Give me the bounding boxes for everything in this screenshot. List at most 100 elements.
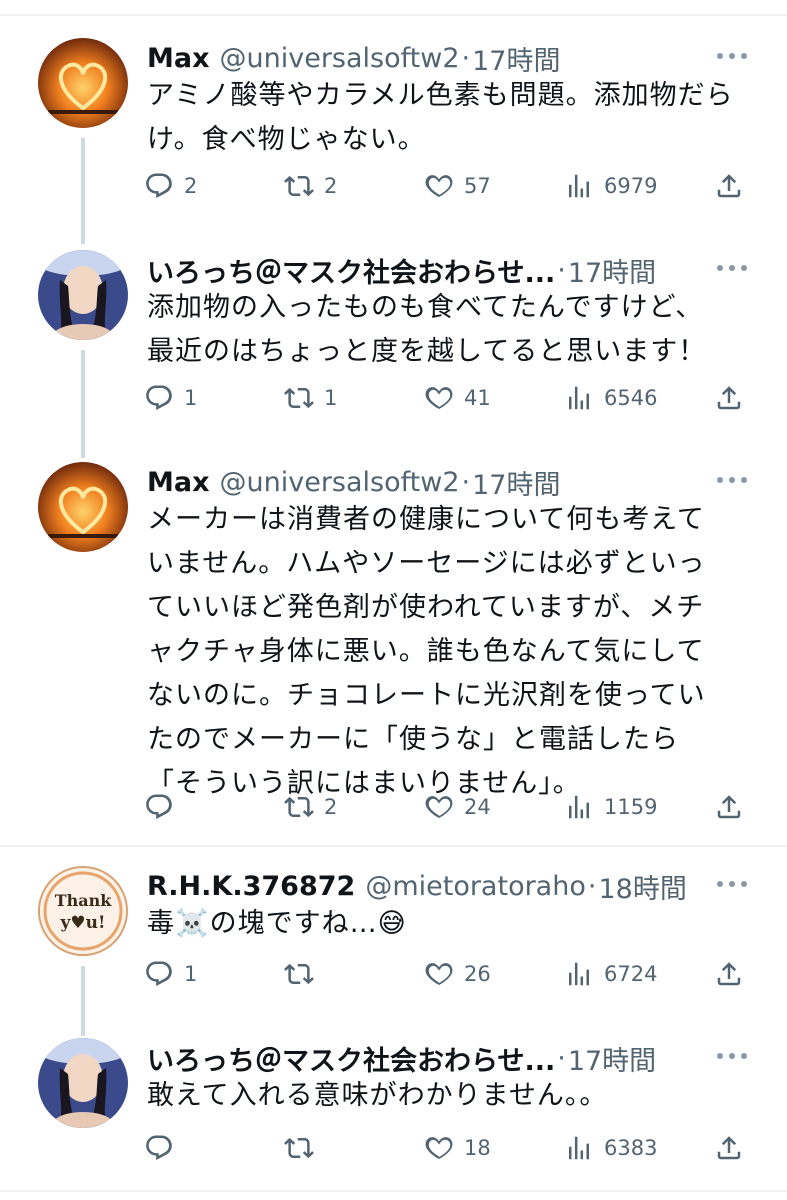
retweet-button[interactable]: 2 [284,787,337,827]
separator-dot: · [557,1042,566,1074]
timestamp[interactable]: 17時間 [568,251,656,290]
like-count: 41 [464,386,491,410]
like-count: 18 [464,1136,491,1160]
timestamp[interactable]: 18時間 [598,867,686,906]
text-line: 毒☠️の塊ですね…😅 [147,908,407,939]
text-line: ないのに。チョコレートに光沢剤を使ってい [147,680,706,711]
top-divider [0,14,787,16]
views-button[interactable]: 1159 [564,787,657,827]
avatar[interactable]: Thank y♥u! [38,866,128,956]
user-handle[interactable]: @mietoratoraho [365,871,586,902]
timestamp[interactable]: 17時間 [472,463,560,502]
reply-icon [144,383,174,413]
share-button[interactable] [714,954,744,994]
retweet-icon [284,792,314,822]
share-icon [714,1133,744,1163]
tweet-header: Max @universalsoftw2 · 17時間 [147,462,757,502]
more-icon[interactable] [717,468,747,492]
views-count: 6979 [604,174,658,198]
text-line: たのでメーカーに「使うな」と電話したら [147,724,679,755]
display-name[interactable]: いろっち＠マスク社会おわらせ... [147,1039,555,1078]
like-count: 57 [464,174,491,198]
tweet-text: 敢えて入れる意味がわかりません。。 [147,1074,765,1118]
user-handle[interactable]: @universalsoftw2 [220,43,460,74]
svg-text:Thank: Thank [55,891,113,910]
retweet-button[interactable]: 2 [284,166,337,206]
tweet-header: Max @universalsoftw2 · 17時間 [147,38,757,78]
display-name[interactable]: Max [147,467,210,498]
text-line: いません。ハムやソーセージには必ずといっ [147,548,706,579]
share-button[interactable] [714,1128,744,1168]
separator-dot: · [461,466,471,498]
more-icon[interactable] [717,872,747,896]
tweet-header: いろっち＠マスク社会おわらせ... · 17時間 [147,250,757,290]
thread-line [81,138,85,244]
text-line: 添加物の入ったものも食べてたんですけど、 [147,292,704,323]
svg-text:y♥u!: y♥u! [60,913,106,933]
share-icon [714,792,744,822]
retweet-button[interactable]: 1 [284,378,337,418]
timestamp[interactable]: 17時間 [568,1039,656,1078]
text-line: ャクチャ身体に悪い。誰も色なんて気にして [147,636,705,667]
reply-icon [144,792,174,822]
share-icon [714,171,744,201]
views-count: 6546 [604,386,658,410]
reply-button[interactable]: 1 [144,954,197,994]
reply-count: 1 [184,962,198,986]
action-bar: 18 6383 [140,1128,760,1168]
reply-icon [144,959,174,989]
views-button[interactable]: 6724 [564,954,657,994]
avatar[interactable] [38,462,128,552]
like-icon [424,383,454,413]
display-name[interactable]: いろっち＠マスク社会おわらせ... [147,251,555,290]
avatar[interactable] [38,38,128,128]
like-count: 26 [464,962,491,986]
views-icon [564,383,594,413]
display-name[interactable]: Max [147,43,210,74]
reply-button[interactable] [144,1128,184,1168]
tweet-text: メーカーは消費者の健康について何も考えて いません。ハムやソーセージには必ずとい… [147,498,765,806]
views-button[interactable]: 6546 [564,378,657,418]
action-bar: 1 26 6724 [140,954,760,994]
action-bar: 2 24 1159 [140,787,760,827]
retweet-button[interactable] [284,1128,324,1168]
retweet-icon [284,171,314,201]
share-icon [714,383,744,413]
views-button[interactable]: 6383 [564,1128,657,1168]
share-button[interactable] [714,166,744,206]
reply-button[interactable]: 2 [144,166,197,206]
reply-button[interactable] [144,787,184,827]
reply-button[interactable]: 1 [144,378,197,418]
text-line: 最近のはちょっと度を越してると思います！ [147,336,707,367]
retweet-button[interactable] [284,954,324,994]
timestamp[interactable]: 17時間 [472,39,560,78]
avatar[interactable] [38,250,128,340]
like-button[interactable]: 24 [424,787,491,827]
views-button[interactable]: 6979 [564,166,657,206]
user-handle[interactable]: @universalsoftw2 [220,467,460,498]
like-button[interactable]: 57 [424,166,491,206]
share-button[interactable] [714,787,744,827]
retweet-icon [284,1133,314,1163]
tweet-text: アミノ酸等やカラメル色素も問題。添加物だら け。食べ物じゃない。 [147,74,765,162]
display-name[interactable]: R.H.K.376872 [147,871,355,902]
like-icon [424,792,454,822]
like-button[interactable]: 18 [424,1128,491,1168]
more-icon[interactable] [717,44,747,68]
text-line: ていいほど発色剤が使われていますが、メチ [147,592,705,623]
avatar[interactable] [38,1038,128,1128]
more-icon[interactable] [717,256,747,280]
views-icon [564,959,594,989]
action-bar: 2 2 57 6979 [140,166,760,206]
share-button[interactable] [714,378,744,418]
retweet-count: 2 [324,795,338,819]
like-count: 24 [464,795,491,819]
reply-count: 1 [184,386,198,410]
views-count: 1159 [604,795,658,819]
share-icon [714,959,744,989]
more-icon[interactable] [717,1044,747,1068]
like-button[interactable]: 41 [424,378,491,418]
like-icon [424,171,454,201]
like-icon [424,1133,454,1163]
like-button[interactable]: 26 [424,954,491,994]
